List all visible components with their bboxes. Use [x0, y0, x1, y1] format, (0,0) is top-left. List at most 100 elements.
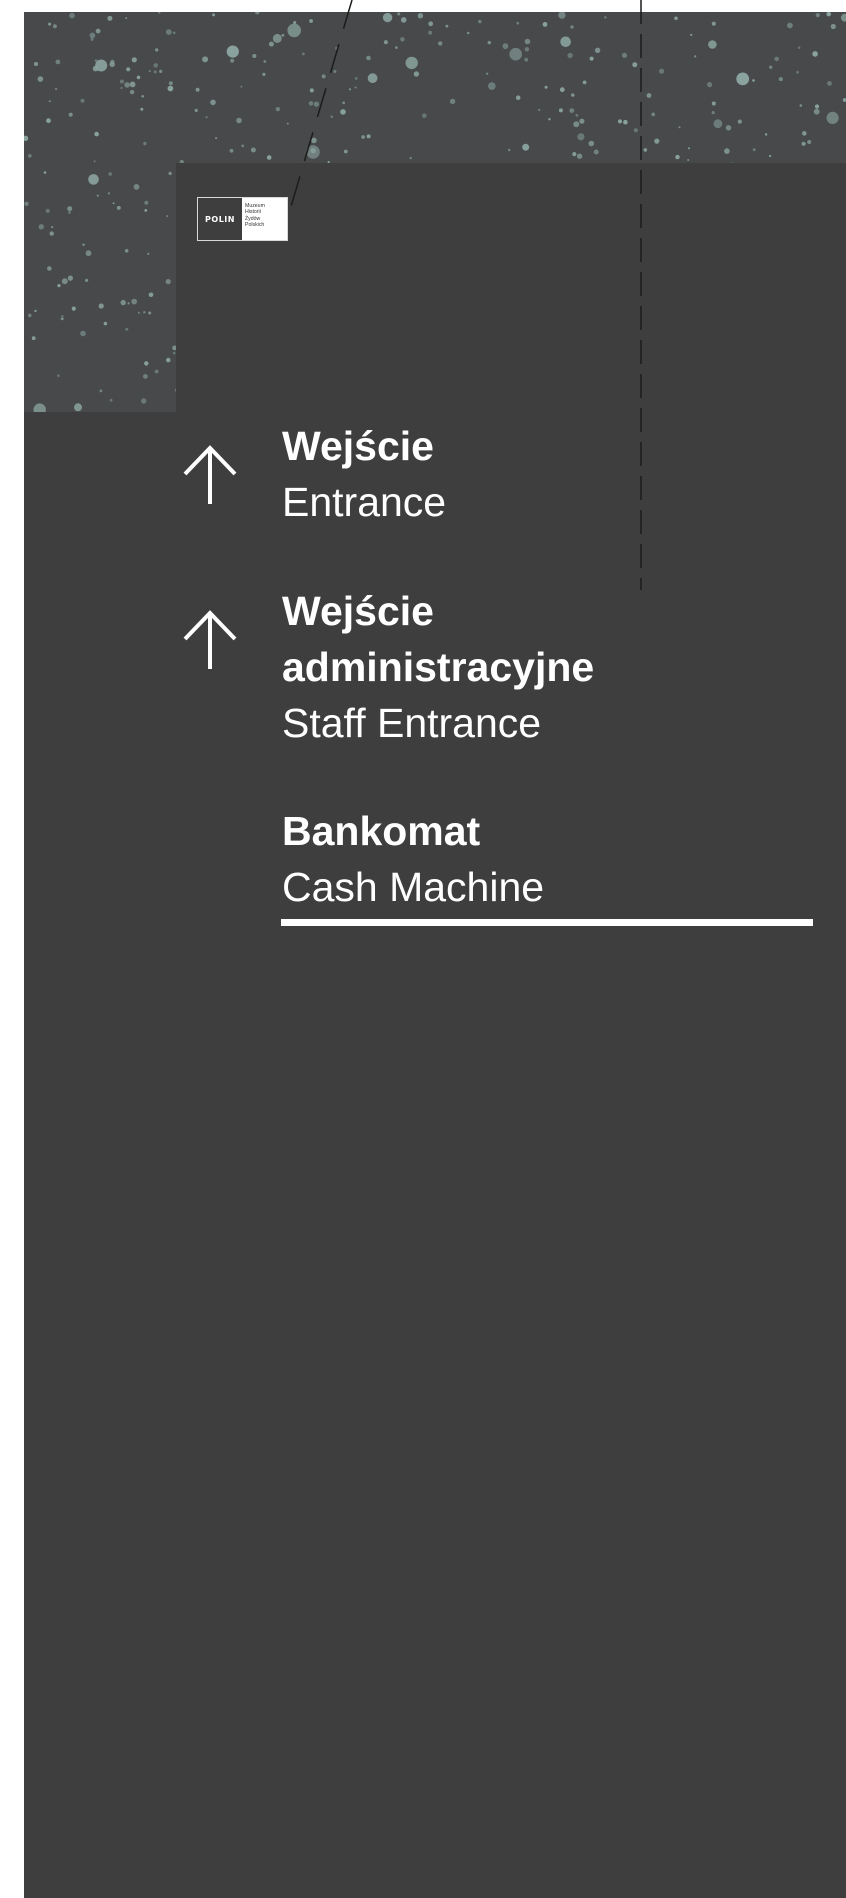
pattern-dot: [690, 33, 693, 37]
polin-logo: POLIN Muzeum Historii Żydów Polskich: [197, 197, 288, 241]
pattern-dot: [752, 148, 756, 152]
pattern-dot: [226, 45, 239, 58]
pattern-dot: [281, 33, 285, 37]
pattern-dot: [82, 243, 85, 246]
pattern-dot: [548, 118, 551, 121]
pattern-dot: [112, 202, 115, 205]
pattern-dot: [61, 278, 68, 285]
pattern-dot: [155, 48, 159, 52]
pattern-dot: [107, 15, 113, 21]
sign-panel: [176, 163, 846, 1898]
pattern-dot: [542, 22, 548, 27]
pattern-dot: [769, 65, 773, 69]
pattern-dot: [524, 57, 529, 62]
pattern-dot: [422, 113, 427, 118]
pattern-dot: [69, 12, 75, 19]
pattern-dot: [711, 101, 716, 106]
pattern-dot: [674, 16, 678, 21]
pattern-dot: [172, 31, 176, 35]
pattern-dot: [774, 56, 779, 62]
pattern-dot: [202, 56, 209, 63]
pattern-dot: [478, 19, 482, 24]
pattern-dot: [194, 108, 198, 112]
pattern-dot: [57, 374, 60, 378]
pattern-dot: [340, 109, 346, 115]
pattern-dot: [801, 141, 806, 146]
pattern-dot: [713, 119, 723, 129]
pattern-dot: [812, 51, 818, 57]
pattern-dot: [807, 140, 812, 144]
pattern-dot: [826, 111, 839, 124]
pattern-dot: [166, 215, 169, 218]
pattern-dot: [707, 82, 713, 88]
pattern-dot: [168, 81, 173, 86]
pattern-dot: [815, 13, 820, 18]
pattern-dot: [632, 62, 638, 68]
pattern-dot: [140, 107, 144, 111]
pattern-dot: [240, 85, 243, 88]
pattern-dot: [333, 70, 337, 73]
pattern-dot: [354, 86, 357, 89]
pattern-dot: [124, 82, 130, 88]
pattern-dot: [395, 46, 398, 49]
pattern-dot: [45, 208, 50, 213]
pattern-dot: [544, 85, 548, 89]
pattern-dot: [55, 59, 61, 65]
pattern-dot: [711, 21, 716, 26]
pattern-dot: [569, 108, 575, 113]
pattern-dot: [678, 126, 681, 129]
pattern-dot: [71, 306, 76, 311]
pattern-dot: [302, 52, 305, 56]
pattern-dot: [119, 79, 124, 84]
pattern-dot: [508, 148, 511, 152]
pattern-dot: [593, 149, 599, 155]
pattern-dot: [24, 201, 29, 206]
divider-rule: [281, 919, 813, 926]
pattern-dot: [724, 148, 730, 154]
pattern-dot: [515, 95, 521, 100]
pattern-dot: [205, 116, 208, 119]
pattern-dot: [27, 154, 32, 158]
pattern-dot: [409, 156, 412, 160]
pattern-dot: [94, 131, 99, 137]
pattern-dot: [798, 46, 801, 49]
arrow-up-icon: [183, 445, 237, 504]
pattern-dot: [367, 73, 378, 84]
pattern-dot: [95, 28, 101, 34]
pattern-dot: [275, 107, 280, 112]
pattern-dot: [48, 22, 52, 26]
pattern-dot: [154, 369, 159, 374]
pattern-dot: [621, 52, 628, 59]
arrow-up-icon: [183, 610, 237, 669]
pattern-dot: [572, 152, 577, 157]
pattern-dot: [736, 72, 750, 86]
pattern-dot: [438, 41, 443, 46]
pattern-dot: [675, 154, 680, 160]
pattern-dot: [524, 47, 530, 52]
pattern-dot: [126, 67, 131, 72]
polin-logo-text: Muzeum Historii Żydów Polskich: [242, 198, 287, 240]
pattern-dot: [94, 59, 98, 63]
pattern-dot: [144, 209, 148, 212]
pattern-dot: [127, 302, 130, 305]
pattern-dot: [57, 284, 61, 288]
pattern-dot: [342, 101, 346, 105]
pattern-dot: [262, 72, 266, 76]
pattern-dot: [212, 13, 216, 17]
pattern-dot: [764, 133, 768, 136]
pattern-dot: [417, 13, 424, 19]
pattern-dot: [571, 93, 575, 97]
pattern-dot: [110, 59, 115, 65]
pattern-dot: [85, 278, 89, 282]
pattern-dot: [293, 21, 297, 25]
pattern-dot: [488, 82, 496, 90]
pattern-dot: [573, 121, 580, 128]
pattern-dot: [210, 99, 216, 106]
pattern-dot: [153, 63, 158, 68]
pattern-dot: [428, 21, 434, 27]
pattern-dot: [827, 81, 832, 86]
pattern-dot: [361, 135, 365, 139]
pattern-dot: [116, 205, 121, 210]
pattern-dot: [215, 137, 218, 140]
pattern-dot: [538, 108, 541, 112]
